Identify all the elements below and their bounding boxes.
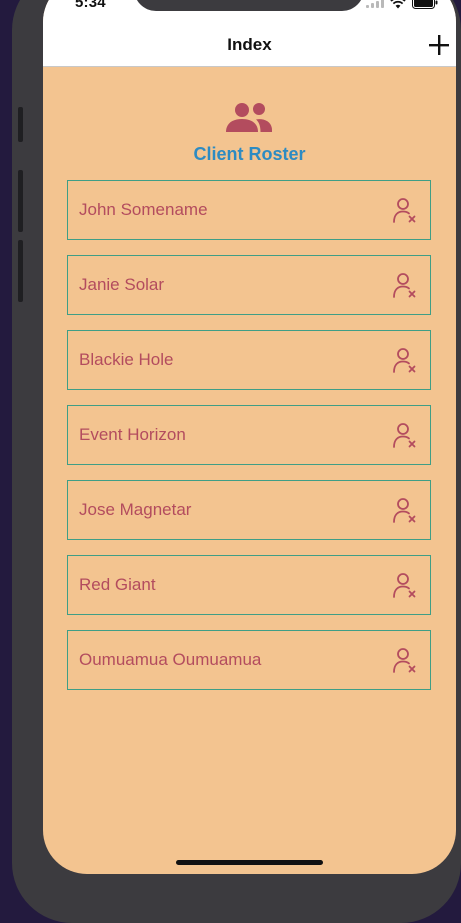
remove-user-icon[interactable] [392, 272, 418, 300]
client-name: John Somename [79, 200, 208, 219]
cellular-signal-icon [366, 0, 384, 8]
add-client-button[interactable] [426, 32, 452, 58]
remove-user-icon[interactable] [392, 572, 418, 600]
status-icons [366, 0, 438, 9]
client-row[interactable]: Blackie Hole [67, 330, 431, 390]
people-icon [226, 103, 272, 132]
client-name: Oumuamua Oumuamua [79, 650, 262, 669]
device-side-button [18, 240, 23, 302]
remove-user-icon[interactable] [392, 497, 418, 525]
status-time: 5:34 [75, 0, 106, 11]
plus-icon [429, 35, 449, 55]
battery-icon [412, 0, 438, 9]
remove-user-icon[interactable] [392, 197, 418, 225]
client-name: Red Giant [79, 575, 156, 594]
client-row[interactable]: Jose Magnetar [67, 480, 431, 540]
remove-user-icon[interactable] [392, 647, 418, 675]
client-name: Janie Solar [79, 275, 165, 294]
client-row[interactable]: John Somename [67, 180, 431, 240]
client-row[interactable]: Oumuamua Oumuamua [67, 630, 431, 690]
client-row[interactable]: Event Horizon [67, 405, 431, 465]
remove-user-icon[interactable] [392, 347, 418, 375]
client-name: Event Horizon [79, 425, 186, 444]
client-row[interactable]: Red Giant [67, 555, 431, 615]
navigation-bar: Index [43, 22, 456, 67]
device-side-button [18, 107, 23, 142]
nav-title: Index [227, 35, 272, 54]
client-name: Blackie Hole [79, 350, 174, 369]
remove-user-icon[interactable] [392, 422, 418, 450]
wifi-icon [390, 0, 406, 8]
device-notch [134, 0, 364, 11]
page-title: Client Roster [193, 144, 306, 164]
device-side-button [18, 170, 23, 232]
device-frame: 5:34 Index Client Roster John Somename J… [12, 0, 461, 923]
home-indicator[interactable] [176, 860, 323, 865]
client-row[interactable]: Janie Solar [67, 255, 431, 315]
screen: 5:34 Index Client Roster John Somename J… [43, 0, 456, 874]
client-name: Jose Magnetar [79, 500, 192, 519]
